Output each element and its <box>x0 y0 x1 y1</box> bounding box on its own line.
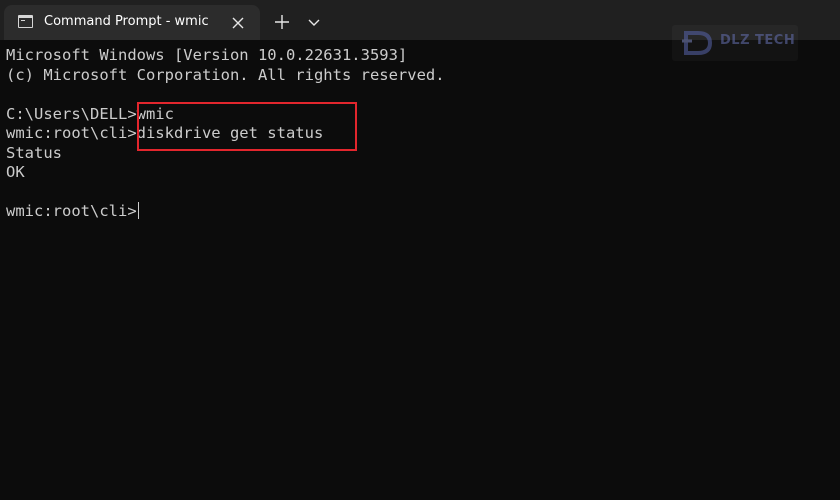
chevron-down-icon[interactable] <box>305 12 323 32</box>
console-line: OK <box>6 163 25 181</box>
console-line: (c) Microsoft Corporation. All rights re… <box>6 65 445 84</box>
text-cursor <box>137 202 139 219</box>
console-line: Microsoft Windows [Version 10.0.22631.35… <box>6 46 408 64</box>
terminal-window: Command Prompt - wmic DLZ TECH Microsoft… <box>0 0 840 500</box>
console-line: Status <box>6 143 62 162</box>
console-line: wmic:root\cli>diskdrive get status <box>6 124 324 142</box>
console-output[interactable]: Microsoft Windows [Version 10.0.22631.35… <box>6 46 834 222</box>
console-line: C:\Users\DELL>wmic <box>6 104 174 123</box>
close-icon[interactable] <box>228 13 248 33</box>
highlight-box <box>137 102 357 151</box>
console-prompt-line[interactable]: wmic:root\cli> <box>6 202 834 222</box>
tab-title: Command Prompt - wmic <box>44 14 209 29</box>
console-prompt: wmic:root\cli> <box>6 202 137 220</box>
console-icon <box>18 15 33 28</box>
tab-command-prompt[interactable]: Command Prompt - wmic <box>4 5 260 40</box>
plus-icon[interactable] <box>272 12 292 32</box>
